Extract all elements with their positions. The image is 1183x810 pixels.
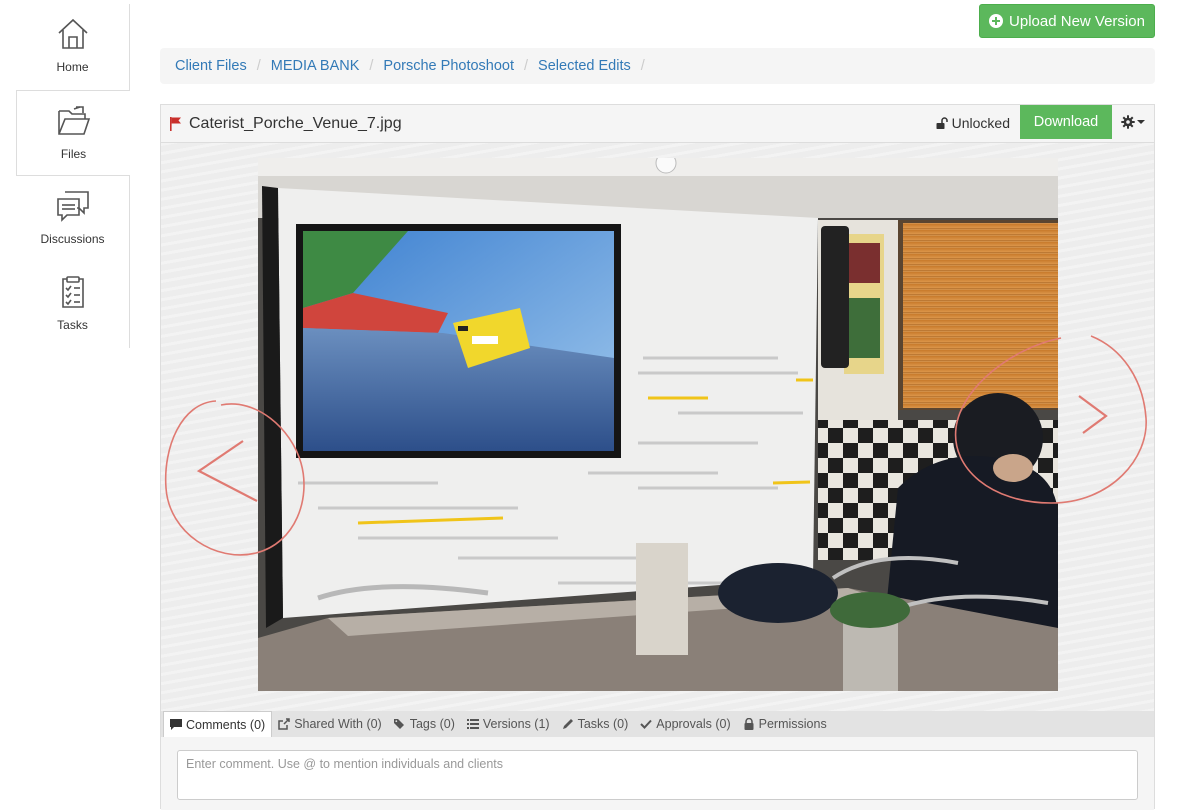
file-preview-image	[258, 158, 1058, 691]
tab-tags[interactable]: Tags (0)	[388, 711, 461, 737]
unlock-icon	[936, 117, 948, 129]
tab-label: Comments (0)	[186, 717, 266, 732]
sidebar-item-label: Home	[56, 60, 89, 74]
check-icon	[640, 719, 653, 729]
sidebar-item-label: Discussions	[40, 232, 105, 246]
breadcrumb-separator: /	[369, 58, 374, 74]
breadcrumb: Client Files / MEDIA BANK / Porsche Phot…	[160, 48, 1155, 84]
tab-versions[interactable]: Versions (1)	[461, 711, 556, 737]
folder-open-icon	[57, 106, 90, 135]
tab-label: Tags (0)	[409, 717, 455, 731]
tab-comments[interactable]: Comments (0)	[163, 711, 273, 737]
lock-status[interactable]: Unlocked	[936, 115, 1010, 131]
clipboard-icon	[61, 276, 84, 308]
breadcrumb-link[interactable]: Porsche Photoshoot	[383, 58, 514, 74]
tab-label: Tasks (0)	[577, 717, 629, 731]
breadcrumb-separator: /	[524, 58, 529, 74]
share-icon	[278, 718, 290, 730]
breadcrumb-link[interactable]: MEDIA BANK	[271, 58, 360, 74]
sidebar-item-discussions[interactable]: Discussions	[16, 176, 130, 262]
sidebar-item-home[interactable]: Home	[16, 4, 130, 90]
sidebar-item-label: Files	[60, 147, 87, 161]
upload-button-label: Upload New Version	[1009, 12, 1145, 30]
comment-icon	[170, 718, 182, 730]
file-panel: Caterist_Porche_Venue_7.jpg Unlocked Dow…	[160, 104, 1155, 810]
tab-label: Permissions	[758, 717, 827, 731]
lock-icon	[744, 718, 754, 730]
comment-input[interactable]	[177, 750, 1138, 800]
gear-icon	[1121, 115, 1135, 129]
plus-circle-icon	[989, 14, 1004, 28]
settings-dropdown-button[interactable]	[1112, 105, 1154, 139]
image-viewer	[161, 143, 1154, 711]
file-name: Caterist_Porche_Venue_7.jpg	[189, 114, 402, 132]
tab-label: Shared With (0)	[294, 717, 382, 731]
sidebar-item-tasks[interactable]: Tasks	[16, 262, 130, 348]
file-tabs: Comments (0) Shared With (0) Tags (0) Ve…	[161, 711, 1154, 737]
download-button[interactable]: Download	[1020, 105, 1112, 139]
previous-image-arrow-icon[interactable]	[161, 393, 311, 563]
pencil-icon	[562, 719, 573, 729]
comment-section	[161, 737, 1154, 810]
chat-icon	[56, 191, 89, 222]
caret-down-icon	[1137, 120, 1145, 124]
tags-icon	[393, 719, 404, 729]
lock-status-label: Unlocked	[951, 115, 1010, 131]
breadcrumb-link[interactable]: Client Files	[175, 58, 247, 74]
tab-shared-with[interactable]: Shared With (0)	[272, 711, 388, 737]
next-image-arrow-icon[interactable]	[951, 328, 1151, 513]
tab-label: Versions (1)	[482, 717, 550, 731]
tab-label: Approvals (0)	[656, 717, 731, 731]
home-icon	[57, 18, 88, 49]
breadcrumb-separator: /	[256, 58, 261, 74]
sidebar-item-files[interactable]: Files	[16, 90, 130, 176]
list-icon	[466, 719, 479, 729]
upload-new-version-button[interactable]: Upload New Version	[979, 4, 1155, 38]
tab-tasks[interactable]: Tasks (0)	[556, 711, 635, 737]
file-header: Caterist_Porche_Venue_7.jpg Unlocked Dow…	[161, 105, 1154, 143]
tab-approvals[interactable]: Approvals (0)	[634, 711, 736, 737]
breadcrumb-separator: /	[640, 58, 645, 74]
flag-icon[interactable]	[170, 116, 182, 131]
sidebar-item-label: Tasks	[57, 318, 88, 332]
sidebar: Home Files Discussions Tasks	[16, 4, 130, 348]
tab-permissions[interactable]: Permissions	[737, 711, 833, 737]
breadcrumb-link[interactable]: Selected Edits	[538, 58, 631, 74]
